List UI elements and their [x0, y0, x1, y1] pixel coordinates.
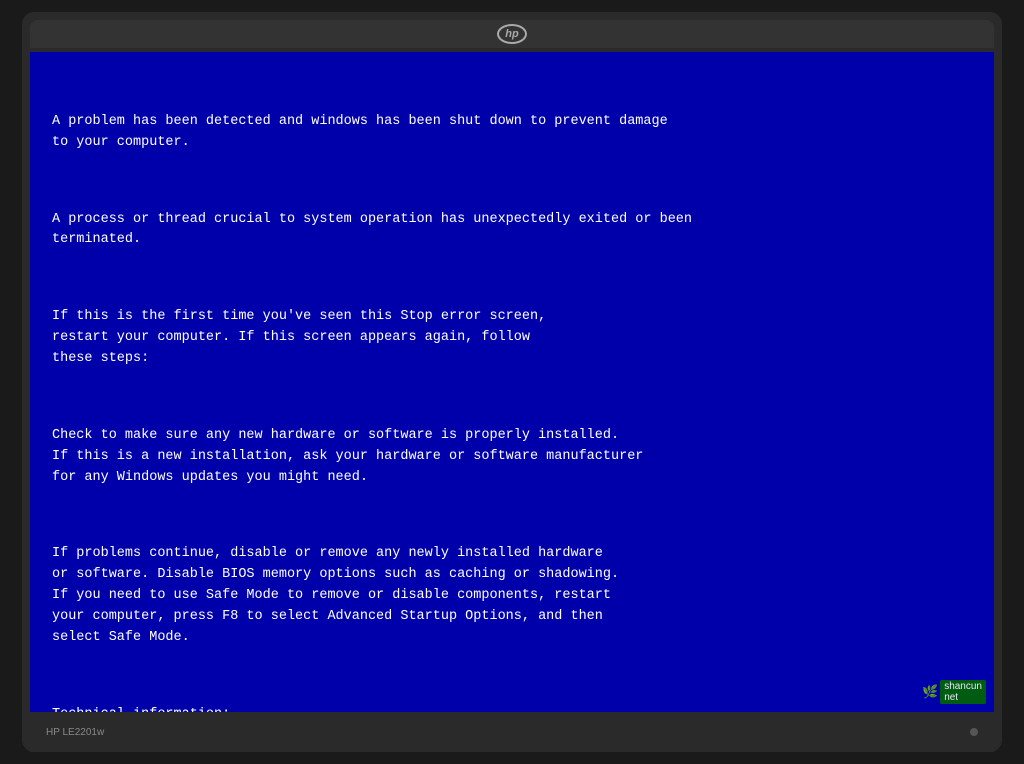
bsod-content: A problem has been detected and windows … [52, 70, 972, 712]
watermark: 🌿 shancunnet [922, 680, 986, 704]
bsod-line1: A problem has been detected and windows … [52, 112, 972, 154]
bsod-line3: If this is the first time you've seen th… [52, 307, 972, 370]
hp-logo: hp [494, 23, 530, 45]
watermark-leaf-icon: 🌿 [922, 684, 938, 700]
monitor-bottom-bar: HP LE2201w [30, 712, 994, 752]
power-indicator [970, 728, 978, 736]
monitor: hp A problem has been detected and windo… [22, 12, 1002, 752]
watermark-text: shancunnet [940, 680, 986, 704]
bsod-tech-info: Technical information: [52, 705, 972, 712]
hp-logo-circle: hp [497, 24, 527, 44]
bsod-line4: Check to make sure any new hardware or s… [52, 426, 972, 489]
bsod-screen: A problem has been detected and windows … [30, 52, 994, 712]
monitor-top-bar: hp [30, 20, 994, 48]
monitor-model-label: HP LE2201w [46, 727, 104, 738]
monitor-indicators [970, 728, 978, 736]
bsod-line2: A process or thread crucial to system op… [52, 210, 972, 252]
bsod-line5: If problems continue, disable or remove … [52, 544, 972, 649]
